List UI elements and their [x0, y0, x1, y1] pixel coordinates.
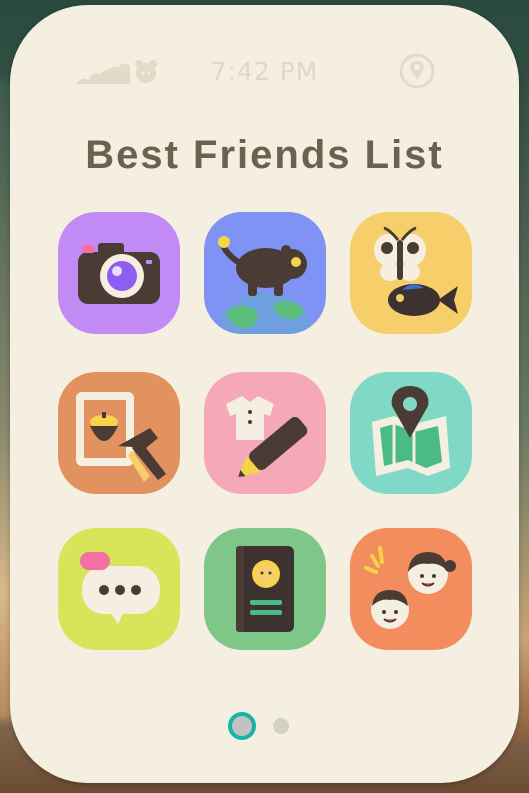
tanuki-earth-icon [215, 236, 315, 334]
passport-app-button[interactable] [204, 528, 326, 650]
nookphone-screen: 7:42 PM Best Friends List [10, 5, 519, 783]
map-pin-icon [399, 53, 435, 89]
speech-bubble-icon [80, 552, 160, 624]
camera-app-button[interactable] [58, 212, 180, 334]
page-indicator [10, 710, 519, 740]
butterfly-fish-icon [374, 226, 458, 316]
acorn-hammer-icon [76, 392, 166, 482]
page-dot[interactable] [273, 718, 289, 734]
status-time: 7:42 PM [210, 57, 319, 86]
critterpedia-app-button[interactable] [350, 212, 472, 334]
passport-icon [236, 546, 294, 632]
map-pin-icon [372, 386, 450, 476]
two-friends-icon [364, 546, 456, 629]
camera-icon [78, 243, 160, 304]
app-grid [58, 212, 472, 652]
page-dot-active[interactable] [228, 712, 256, 740]
status-bar: 7:42 PM [10, 53, 519, 93]
chat-log-app-button[interactable] [58, 528, 180, 650]
page-title: Best Friends List [85, 133, 444, 177]
island-app-button[interactable] [204, 212, 326, 334]
shirt-pencil-icon [226, 396, 308, 477]
best-friends-app-button[interactable] [350, 528, 472, 650]
custom-designs-app-button[interactable] [204, 372, 326, 494]
diy-recipes-app-button[interactable] [58, 372, 180, 494]
map-app-button[interactable] [350, 372, 472, 494]
